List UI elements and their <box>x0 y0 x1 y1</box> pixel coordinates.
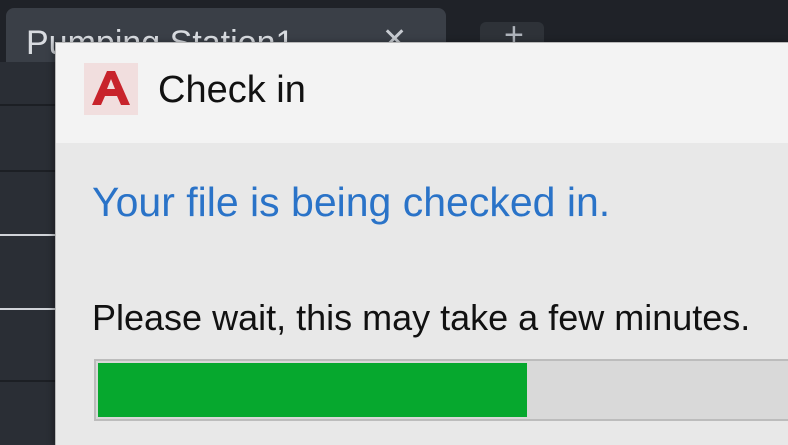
dialog-title: Check in <box>158 69 306 111</box>
divider <box>0 170 56 172</box>
background-side-panel <box>0 62 56 444</box>
wait-message: Please wait, this may take a few minutes… <box>92 297 751 338</box>
status-headline: Your file is being checked in. <box>92 179 611 225</box>
dialog-titlebar[interactable]: Check in <box>56 43 788 143</box>
divider <box>0 380 56 382</box>
progress-fill <box>98 363 527 417</box>
autocad-a-icon <box>84 63 138 115</box>
divider <box>0 308 56 310</box>
progress-bar <box>94 359 788 421</box>
divider <box>0 104 56 106</box>
check-in-dialog: Check in Your file is being checked in. … <box>55 42 788 445</box>
dialog-content: Your file is being checked in. Please wa… <box>56 143 788 445</box>
divider <box>0 234 56 236</box>
